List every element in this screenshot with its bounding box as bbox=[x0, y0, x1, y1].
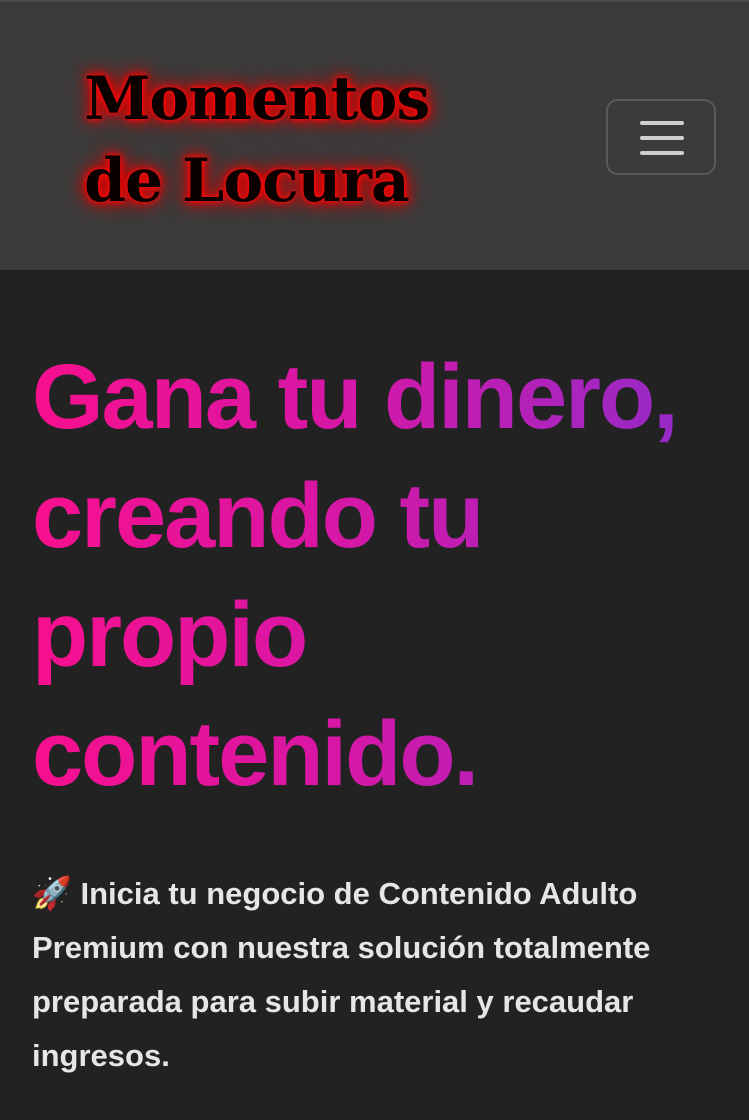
headline-line-3: propio bbox=[32, 584, 307, 686]
headline-line-2: creando tu bbox=[32, 465, 483, 567]
menu-bar-bottom bbox=[640, 151, 684, 155]
headline-line-4: contenido. bbox=[32, 703, 478, 805]
logo-line-2: de Locura bbox=[84, 146, 410, 216]
hero-headline: Gana tu dinero, creando tu propio conten… bbox=[32, 338, 722, 814]
menu-toggle-button[interactable] bbox=[606, 99, 716, 175]
rocket-icon: 🚀 bbox=[32, 875, 72, 911]
menu-bar-top bbox=[640, 121, 684, 125]
logo-line-1: Momentos bbox=[84, 64, 430, 134]
menu-bar-middle bbox=[640, 136, 684, 140]
lead-text: Inicia tu negocio de Contenido Adulto Pr… bbox=[32, 876, 651, 1073]
brand-logo[interactable]: Momentos de Locura bbox=[84, 58, 430, 222]
headline-line-1: Gana tu dinero, bbox=[32, 346, 677, 448]
hero-lead-paragraph: 🚀 Inicia tu negocio de Contenido Adulto … bbox=[32, 866, 722, 1083]
navbar: Momentos de Locura bbox=[0, 0, 749, 270]
hero-section: Gana tu dinero, creando tu propio conten… bbox=[32, 338, 722, 814]
